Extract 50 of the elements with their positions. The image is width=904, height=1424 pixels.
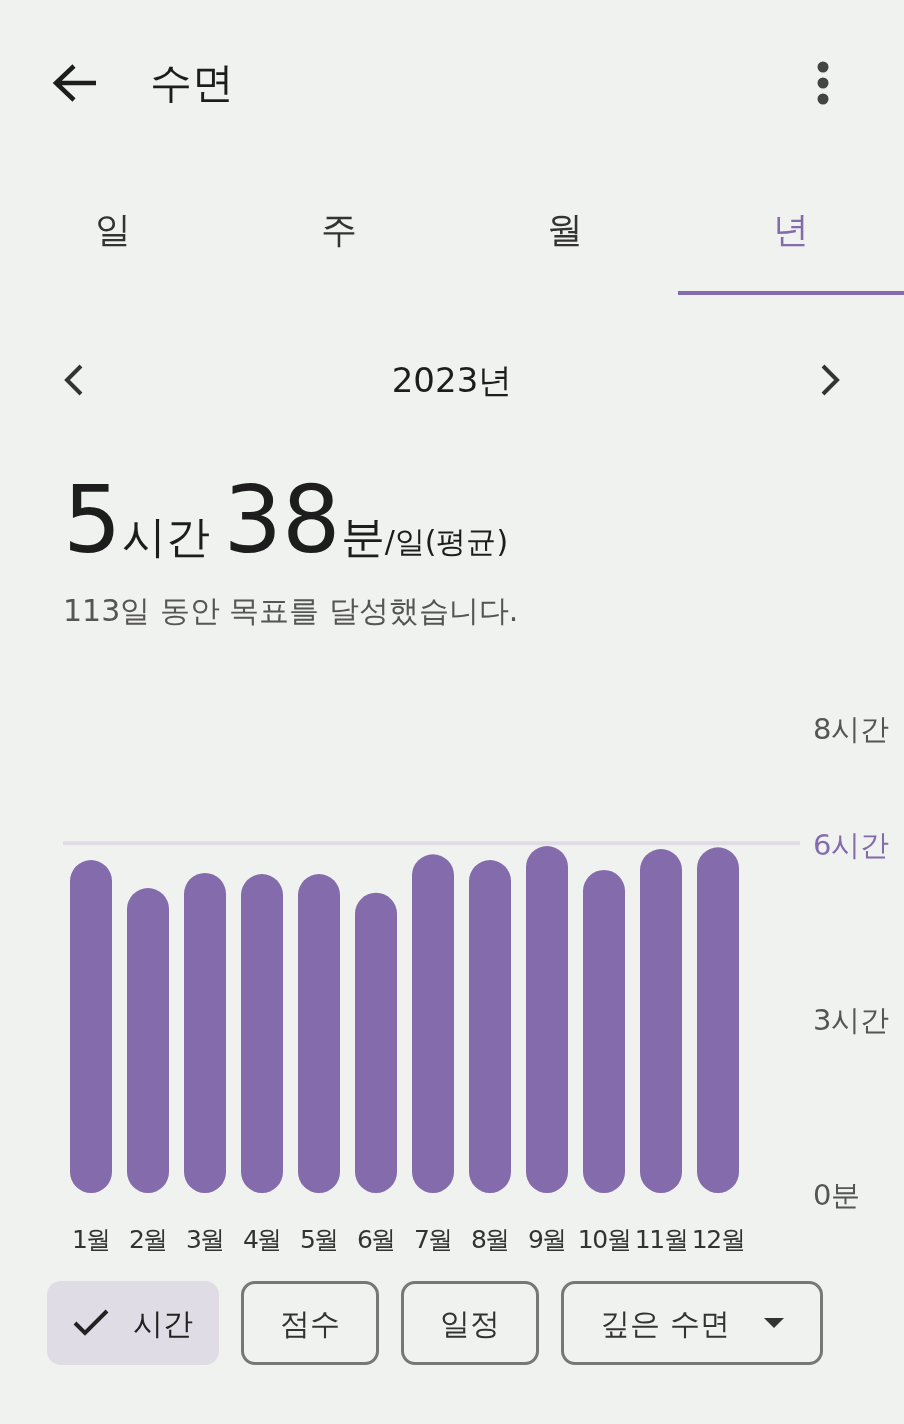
sleep-bar[interactable] xyxy=(127,888,169,1193)
sleep-bar[interactable] xyxy=(583,870,625,1193)
goal-summary: 113일 동안 목표를 달성했습니다. xyxy=(62,592,520,630)
month-label: 12월 xyxy=(691,1225,745,1254)
y-axis-label: 8시간 xyxy=(813,711,890,746)
average-minutes: 38 xyxy=(223,475,341,567)
month-label: 4월 xyxy=(243,1225,281,1254)
period-tab[interactable]: 년 xyxy=(678,165,904,295)
minutes-unit: 분 xyxy=(340,510,385,564)
y-axis-label: 0분 xyxy=(813,1178,861,1212)
sleep-bar[interactable] xyxy=(640,849,682,1193)
filter-chip[interactable]: 점수 xyxy=(241,1281,379,1365)
month-label: 10월 xyxy=(577,1225,631,1254)
sleep-bar[interactable] xyxy=(184,872,226,1193)
month-label: 6월 xyxy=(357,1225,395,1254)
average-suffix: /일(평균) xyxy=(384,524,509,561)
month-label: 2월 xyxy=(129,1225,167,1254)
period-label: 2023년 xyxy=(391,358,513,402)
sleep-bar[interactable] xyxy=(412,854,454,1193)
month-label: 8월 xyxy=(471,1225,509,1254)
sleep-bar[interactable] xyxy=(469,860,511,1193)
period-tab[interactable]: 주 xyxy=(226,165,452,295)
filter-chip[interactable]: 일정 xyxy=(401,1281,539,1365)
period-tab[interactable]: 일 xyxy=(0,165,226,295)
y-axis-label: 6시간 xyxy=(813,828,890,863)
month-label: 11월 xyxy=(634,1225,688,1254)
month-label: 7월 xyxy=(414,1225,452,1254)
sleep-bar[interactable] xyxy=(298,874,340,1193)
filter-chip[interactable]: 시간 xyxy=(47,1281,219,1365)
y-axis-label: 3시간 xyxy=(813,1003,890,1038)
more-options-icon[interactable] xyxy=(816,60,830,105)
screen-title: 수면 xyxy=(150,57,234,109)
period-tab[interactable]: 월 xyxy=(452,165,678,295)
sleep-bar[interactable] xyxy=(355,892,397,1193)
previous-chevron-icon[interactable] xyxy=(62,363,84,397)
month-label: 1월 xyxy=(72,1225,110,1254)
sleep-bar[interactable] xyxy=(526,846,568,1193)
sleep-bar[interactable] xyxy=(241,874,283,1193)
hours-unit: 시간 xyxy=(121,510,210,564)
filter-dropdown[interactable]: 깊은 수면 xyxy=(561,1281,823,1365)
dropdown-caret-icon xyxy=(763,1318,784,1328)
month-label: 9월 xyxy=(528,1225,566,1254)
sleep-bar[interactable] xyxy=(697,847,739,1193)
check-icon xyxy=(73,1309,109,1337)
month-label: 3월 xyxy=(186,1225,224,1254)
next-chevron-icon[interactable] xyxy=(820,363,842,397)
month-label: 5월 xyxy=(300,1225,338,1254)
average-hours: 5 xyxy=(63,475,122,567)
sleep-bar[interactable] xyxy=(70,860,112,1193)
back-arrow-icon[interactable] xyxy=(52,62,98,103)
